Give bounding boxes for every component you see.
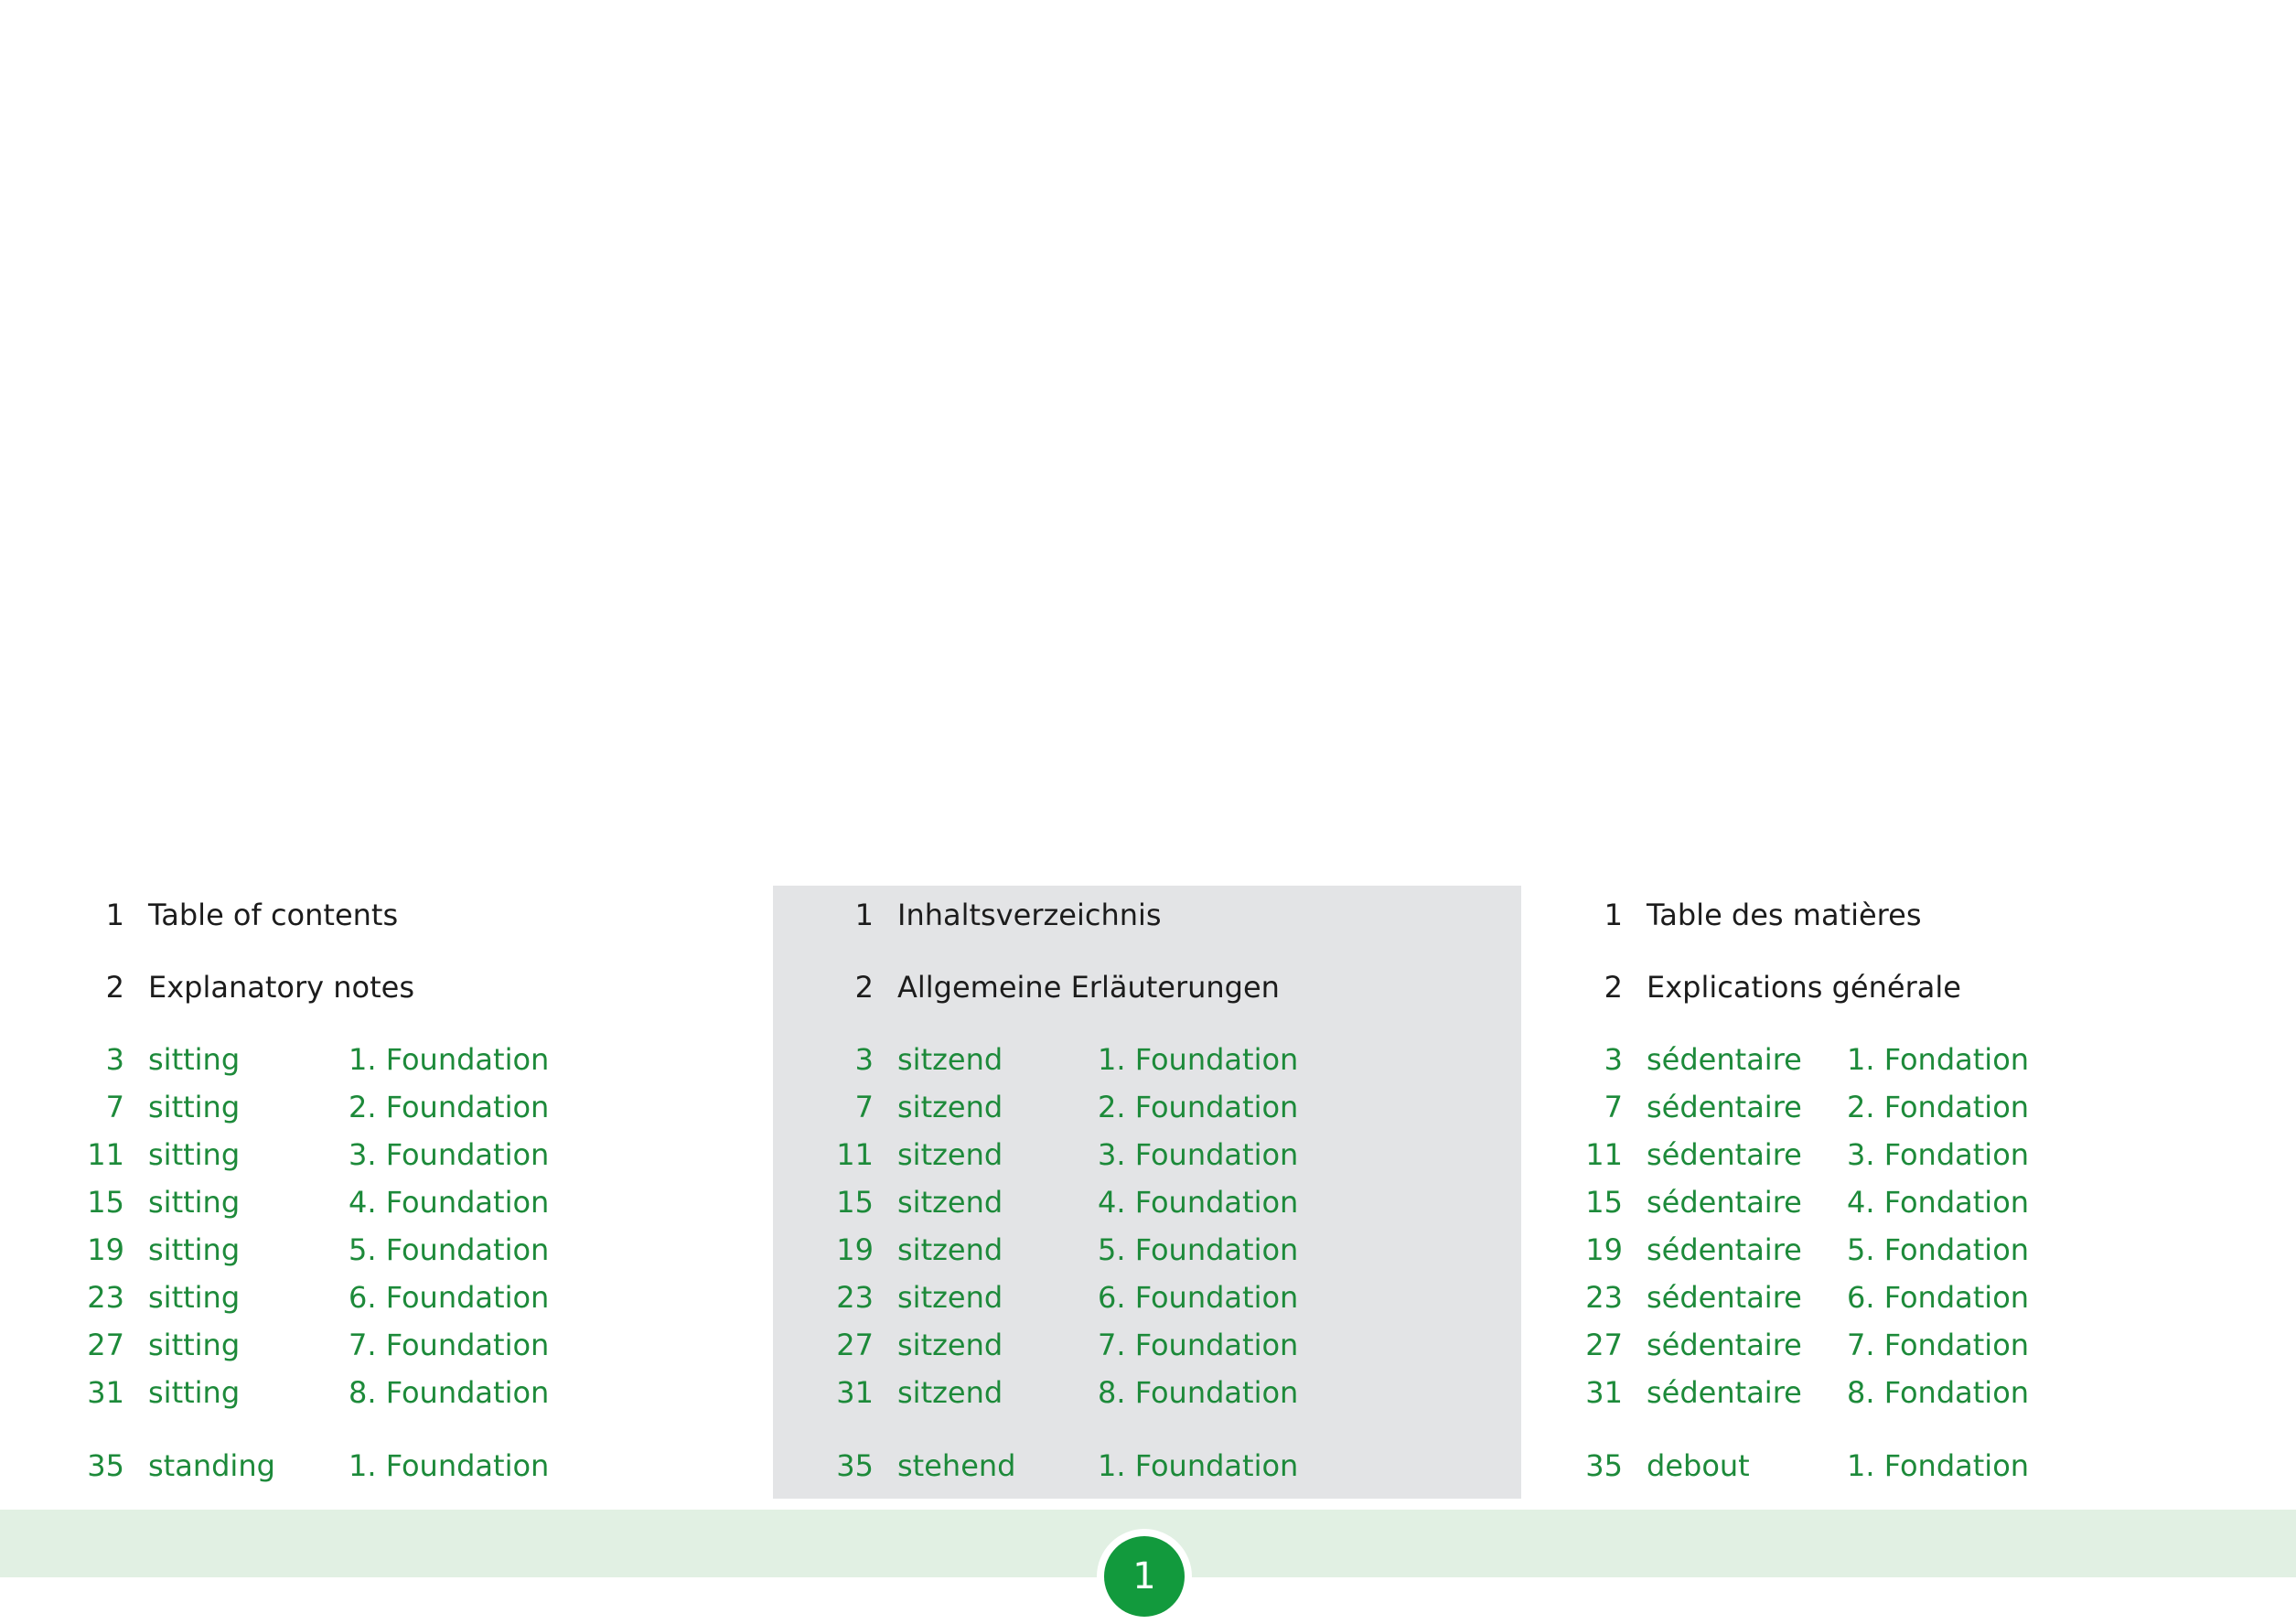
foundation-label: 5. Foundation — [349, 1232, 550, 1267]
page-number: 19 — [1585, 1232, 1623, 1267]
toc-title: sitting — [148, 1090, 241, 1124]
toc-column-french: 1 Table des matières 2 Explications géné… — [1522, 886, 2270, 1499]
toc-title: debout — [1647, 1448, 1750, 1483]
toc-title: sédentaire — [1647, 1137, 1802, 1172]
toc-title: stehend — [897, 1448, 1016, 1483]
page-number: 15 — [1585, 1185, 1623, 1220]
foundation-label: 8. Foundation — [1098, 1375, 1299, 1410]
toc-title: sédentaire — [1647, 1090, 1802, 1124]
toc-title: sitzend — [897, 1137, 1003, 1172]
foundation-label: 1. Fondation — [1847, 1448, 2030, 1483]
page-number: 7 — [854, 1090, 874, 1124]
page-number: 27 — [87, 1328, 124, 1362]
page-number: 23 — [87, 1280, 124, 1315]
page-number: 31 — [836, 1375, 874, 1410]
foundation-label: 1. Fondation — [1847, 1042, 2030, 1077]
page-number: 3 — [105, 1042, 124, 1077]
foundation-label: 2. Foundation — [1098, 1090, 1299, 1124]
toc-column-german: 1 Inhaltsverzeichnis 2 Allgemeine Erläut… — [773, 886, 1521, 1499]
toc-title: sitting — [148, 1375, 241, 1410]
toc-title: sédentaire — [1647, 1328, 1802, 1362]
toc-title: sitzend — [897, 1042, 1003, 1077]
page-number: 1 — [1604, 898, 1623, 932]
page-number: 19 — [87, 1232, 124, 1267]
foundation-label: 3. Foundation — [1098, 1137, 1299, 1172]
foundation-label: 1. Foundation — [349, 1448, 550, 1483]
page-number: 11 — [87, 1137, 124, 1172]
toc-title: Explanatory notes — [148, 970, 415, 1005]
page-number: 19 — [836, 1232, 874, 1267]
page-number: 2 — [854, 970, 874, 1005]
toc-column-english: 1 Table of contents 2 Explanatory notes … — [24, 886, 772, 1499]
foundation-label: 6. Fondation — [1847, 1280, 2030, 1315]
toc-title: sitting — [148, 1185, 241, 1220]
toc-title: sitting — [148, 1328, 241, 1362]
toc-title: sitting — [148, 1232, 241, 1267]
toc-title: sitting — [148, 1042, 241, 1077]
page-number: 31 — [1585, 1375, 1623, 1410]
toc-title: sitzend — [897, 1280, 1003, 1315]
toc-title: Explications générale — [1647, 970, 1961, 1005]
page-number: 27 — [836, 1328, 874, 1362]
page-number: 15 — [836, 1185, 874, 1220]
foundation-label: 8. Foundation — [349, 1375, 550, 1410]
toc-title: sédentaire — [1647, 1375, 1802, 1410]
toc-title: Table of contents — [148, 898, 399, 932]
foundation-label: 5. Foundation — [1098, 1232, 1299, 1267]
page-number: 2 — [1604, 970, 1623, 1005]
foundation-label: 5. Fondation — [1847, 1232, 2030, 1267]
toc-title: sitting — [148, 1137, 241, 1172]
foundation-label: 4. Foundation — [1098, 1185, 1299, 1220]
page-number: 7 — [105, 1090, 124, 1124]
page-number: 35 — [87, 1448, 124, 1483]
foundation-label: 1. Foundation — [1098, 1448, 1299, 1483]
toc-title: sédentaire — [1647, 1232, 1802, 1267]
toc-title: Inhaltsverzeichnis — [897, 898, 1162, 932]
toc-title: standing — [148, 1448, 275, 1483]
page-number: 23 — [836, 1280, 874, 1315]
foundation-label: 3. Fondation — [1847, 1137, 2030, 1172]
page-number: 35 — [836, 1448, 874, 1483]
toc-title: sitting — [148, 1280, 241, 1315]
page-number: 1 — [854, 898, 874, 932]
foundation-label: 7. Fondation — [1847, 1328, 2030, 1362]
page-number: 11 — [1585, 1137, 1623, 1172]
foundation-label: 6. Foundation — [1098, 1280, 1299, 1315]
foundation-label: 3. Foundation — [349, 1137, 550, 1172]
page-number: 23 — [1585, 1280, 1623, 1315]
page-number: 27 — [1585, 1328, 1623, 1362]
foundation-label: 4. Foundation — [349, 1185, 550, 1220]
page-number: 2 — [105, 970, 124, 1005]
toc-title: sédentaire — [1647, 1042, 1802, 1077]
toc-title: sitzend — [897, 1090, 1003, 1124]
toc-title: Table des matières — [1647, 898, 1922, 932]
toc-title: sédentaire — [1647, 1280, 1802, 1315]
page-number: 1 — [105, 898, 124, 932]
page-number-badge: 1 — [1104, 1536, 1185, 1617]
foundation-label: 2. Foundation — [349, 1090, 550, 1124]
page-number: 7 — [1604, 1090, 1623, 1124]
page-number: 35 — [1585, 1448, 1623, 1483]
foundation-label: 4. Fondation — [1847, 1185, 2030, 1220]
toc-title: Allgemeine Erläuterungen — [897, 970, 1280, 1005]
foundation-label: 6. Foundation — [349, 1280, 550, 1315]
foundation-label: 8. Fondation — [1847, 1375, 2030, 1410]
foundation-label: 1. Foundation — [1098, 1042, 1299, 1077]
page-number: 11 — [836, 1137, 874, 1172]
toc-title: sitzend — [897, 1185, 1003, 1220]
foundation-label: 7. Foundation — [1098, 1328, 1299, 1362]
toc-title: sitzend — [897, 1232, 1003, 1267]
toc-title: sitzend — [897, 1328, 1003, 1362]
foundation-label: 2. Fondation — [1847, 1090, 2030, 1124]
toc-title: sitzend — [897, 1375, 1003, 1410]
toc-title: sédentaire — [1647, 1185, 1802, 1220]
foundation-label: 1. Foundation — [349, 1042, 550, 1077]
page-number: 3 — [854, 1042, 874, 1077]
foundation-label: 7. Foundation — [349, 1328, 550, 1362]
page-number: 3 — [1604, 1042, 1623, 1077]
page-number: 15 — [87, 1185, 124, 1220]
page-number: 31 — [87, 1375, 124, 1410]
